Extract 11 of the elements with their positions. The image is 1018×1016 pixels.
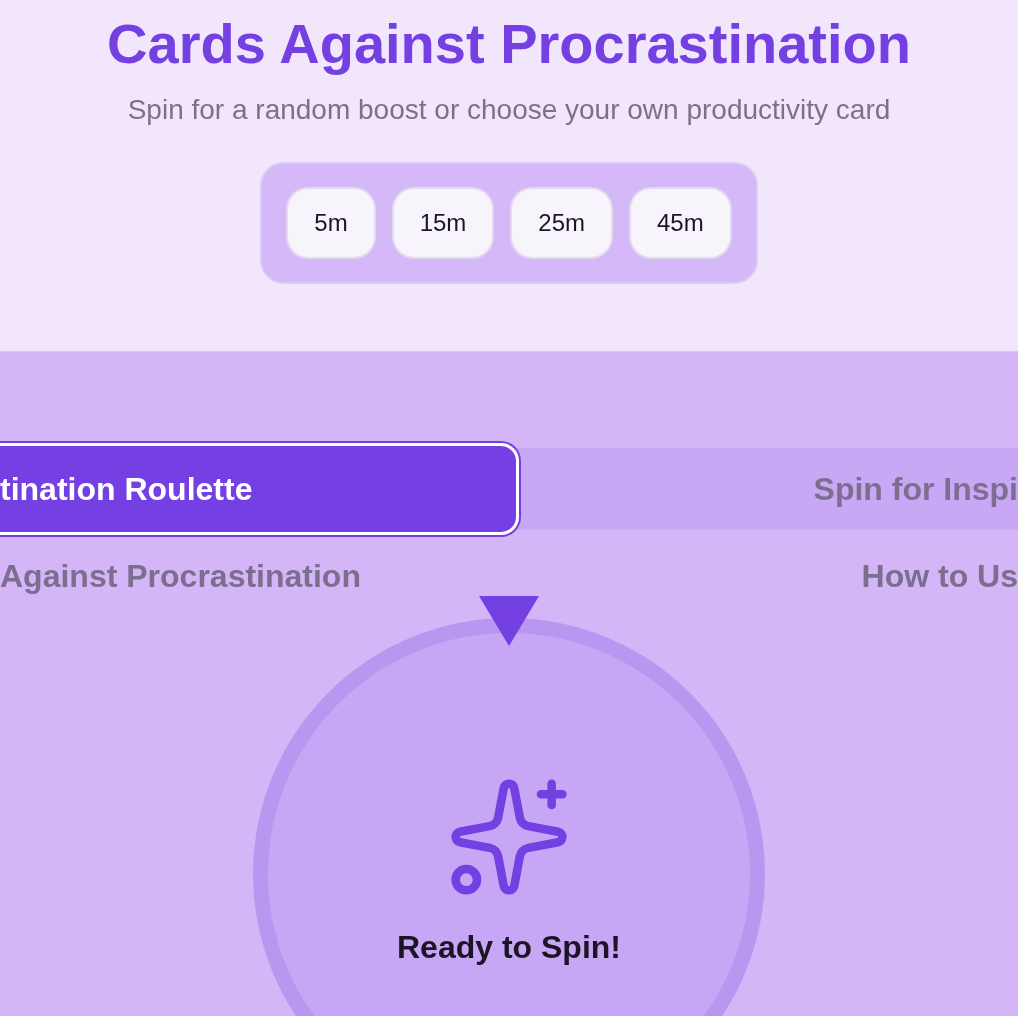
tab-description: How to Us	[861, 560, 1018, 592]
duration-button[interactable]: 45m	[629, 187, 732, 259]
page-subtitle: Spin for a random boost or choose your own productivity card	[127, 96, 891, 124]
tab[interactable]: tination Roulette	[0, 443, 519, 535]
spin-wheel[interactable]: Ready to Spin!	[253, 618, 765, 1016]
tab-description: Against Procrastination	[0, 560, 361, 592]
wheel-status: Ready to Spin!	[397, 928, 621, 967]
duration-button[interactable]: 15m	[391, 187, 495, 259]
duration-button[interactable]: 25m	[510, 187, 613, 259]
pointer-icon	[479, 596, 539, 646]
duration-button[interactable]: 5m	[286, 187, 376, 259]
